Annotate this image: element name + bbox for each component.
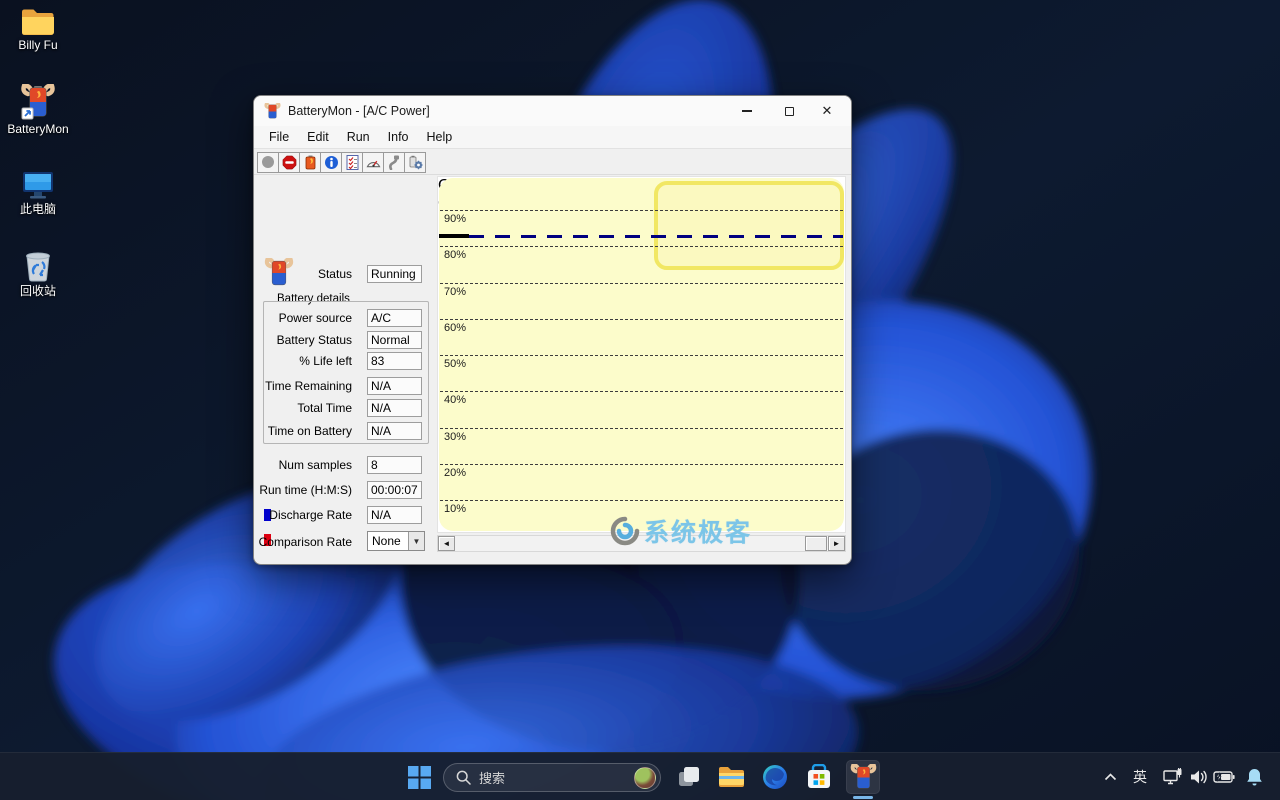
- gridline-90: 90%: [440, 210, 843, 225]
- watermark: 系统极客: [610, 513, 752, 549]
- status-value: Running: [367, 265, 422, 283]
- recycle-bin-icon: [26, 252, 50, 282]
- search-input[interactable]: 搜索: [443, 763, 661, 792]
- total-time-value: N/A: [367, 399, 422, 417]
- life-left-value: 83: [367, 352, 422, 370]
- scrollbar-thumb[interactable]: [805, 536, 827, 551]
- battery-level-line: [439, 234, 469, 238]
- time-remaining-value: N/A: [367, 377, 422, 395]
- desktop-icon-batterymon[interactable]: BatteryMon: [0, 84, 76, 136]
- gridline-40: 40%: [440, 391, 843, 406]
- discharge-rate-value: N/A: [367, 506, 422, 524]
- menu-help[interactable]: Help: [418, 128, 462, 146]
- battery-icon[interactable]: [1210, 753, 1238, 800]
- battery-status-value: Normal: [367, 331, 422, 349]
- time-on-battery-value: N/A: [367, 422, 422, 440]
- capacity-info-box: [654, 181, 844, 270]
- row-num-samples: Num samples 8: [254, 456, 424, 474]
- toolbar: [254, 150, 851, 175]
- search-daily-image[interactable]: [634, 766, 656, 789]
- input-language-indicator[interactable]: 英: [1126, 753, 1154, 800]
- gridline-80: 80%: [440, 246, 843, 261]
- desktop-icon-label: 回收站: [19, 284, 56, 298]
- row-time-remaining: Time Remaining N/A: [254, 377, 424, 395]
- left-panel: Status Running Battery details Power sou…: [254, 175, 437, 564]
- gridline-30: 30%: [440, 428, 843, 443]
- menu-edit[interactable]: Edit: [298, 128, 338, 146]
- unplug-icon[interactable]: [383, 151, 405, 173]
- volume-icon[interactable]: [1186, 753, 1212, 800]
- gridline-60: 60%: [440, 319, 843, 334]
- battery-trend-line: [469, 235, 843, 238]
- menu-info[interactable]: Info: [379, 128, 418, 146]
- search-placeholder: 搜索: [479, 771, 506, 786]
- batterymon-taskbar-icon[interactable]: [846, 760, 880, 794]
- this-pc-icon: [23, 172, 53, 199]
- report-icon[interactable]: [341, 151, 363, 173]
- row-discharge-rate: Discharge Rate N/A: [254, 506, 424, 524]
- taskbar: 搜索 英: [0, 752, 1280, 800]
- scroll-left-icon[interactable]: ◄: [438, 536, 455, 551]
- start-icon[interactable]: [402, 760, 436, 794]
- store-icon[interactable]: [802, 760, 836, 794]
- row-time-on-battery: Time on Battery N/A: [254, 422, 424, 440]
- batterymon-shortcut-icon: [21, 84, 55, 120]
- comparison-rate-dropdown[interactable]: None ▼: [367, 531, 425, 551]
- network-icon[interactable]: [1160, 753, 1186, 800]
- edge-icon[interactable]: [758, 760, 792, 794]
- desktop: Billy Fu BatteryMon 此电脑 回收站 BatteryMon -…: [0, 0, 1280, 800]
- record-icon[interactable]: [257, 151, 279, 173]
- file-explorer-icon[interactable]: [714, 760, 748, 794]
- power-source-value: A/C: [367, 309, 422, 327]
- gridline-50: 50%: [440, 355, 843, 370]
- gridline-70: 70%: [440, 283, 843, 298]
- scroll-right-icon[interactable]: ►: [828, 536, 845, 551]
- window-title: BatteryMon - [A/C Power]: [288, 104, 430, 118]
- info-icon[interactable]: [320, 151, 342, 173]
- battery-config-icon[interactable]: [404, 151, 426, 173]
- num-samples-value: 8: [367, 456, 422, 474]
- maximize-button[interactable]: [769, 96, 809, 126]
- status-row: Status Running: [254, 265, 424, 283]
- batterymon-window: BatteryMon - [A/C Power] ✕ File Edit Run…: [253, 95, 852, 565]
- window-app-icon: [264, 102, 281, 118]
- menu-bar: File Edit Run Info Help: [254, 126, 851, 149]
- desktop-icon-this-pc[interactable]: 此电脑: [0, 170, 76, 216]
- close-button[interactable]: ✕: [807, 96, 847, 126]
- row-total-time: Total Time N/A: [254, 399, 424, 417]
- minimize-button[interactable]: [727, 96, 767, 126]
- task-view-icon[interactable]: [672, 760, 706, 794]
- desktop-icon-recycle-bin[interactable]: 回收站: [0, 248, 76, 298]
- stop-icon[interactable]: [278, 151, 300, 173]
- run-time-value: 00:00:07: [367, 481, 422, 499]
- watermark-logo-icon: [610, 516, 640, 546]
- battery-log-icon[interactable]: [299, 151, 321, 173]
- battery-chart: 90% 80% 70% 60% 50% 40% 30% 20% 10% Capa…: [437, 176, 846, 547]
- row-power-source: Power source A/C: [254, 309, 424, 327]
- title-bar[interactable]: BatteryMon - [A/C Power] ✕: [254, 96, 851, 126]
- row-life-left: % Life left 83: [254, 352, 424, 370]
- menu-file[interactable]: File: [260, 128, 298, 146]
- active-app-indicator: [853, 796, 873, 799]
- menu-run[interactable]: Run: [338, 128, 379, 146]
- folder-icon: [22, 9, 54, 35]
- gridline-20: 20%: [440, 464, 843, 479]
- desktop-icon-label: BatteryMon: [7, 122, 69, 136]
- search-icon: [456, 770, 471, 785]
- gridline-10: 10%: [440, 500, 843, 515]
- row-run-time: Run time (H:M:S) 00:00:07: [254, 481, 424, 499]
- chevron-down-icon[interactable]: ▼: [408, 532, 424, 550]
- status-label: Status: [317, 267, 352, 281]
- desktop-icon-label: 此电脑: [19, 202, 56, 216]
- desktop-icon-label: Billy Fu: [18, 38, 58, 52]
- gauge-icon[interactable]: [362, 151, 384, 173]
- row-battery-status: Battery Status Normal: [254, 331, 424, 349]
- hidden-icons-chevron-icon[interactable]: [1098, 753, 1122, 800]
- notification-bell-icon[interactable]: [1240, 753, 1268, 800]
- desktop-icon-billy-fu[interactable]: Billy Fu: [0, 8, 76, 52]
